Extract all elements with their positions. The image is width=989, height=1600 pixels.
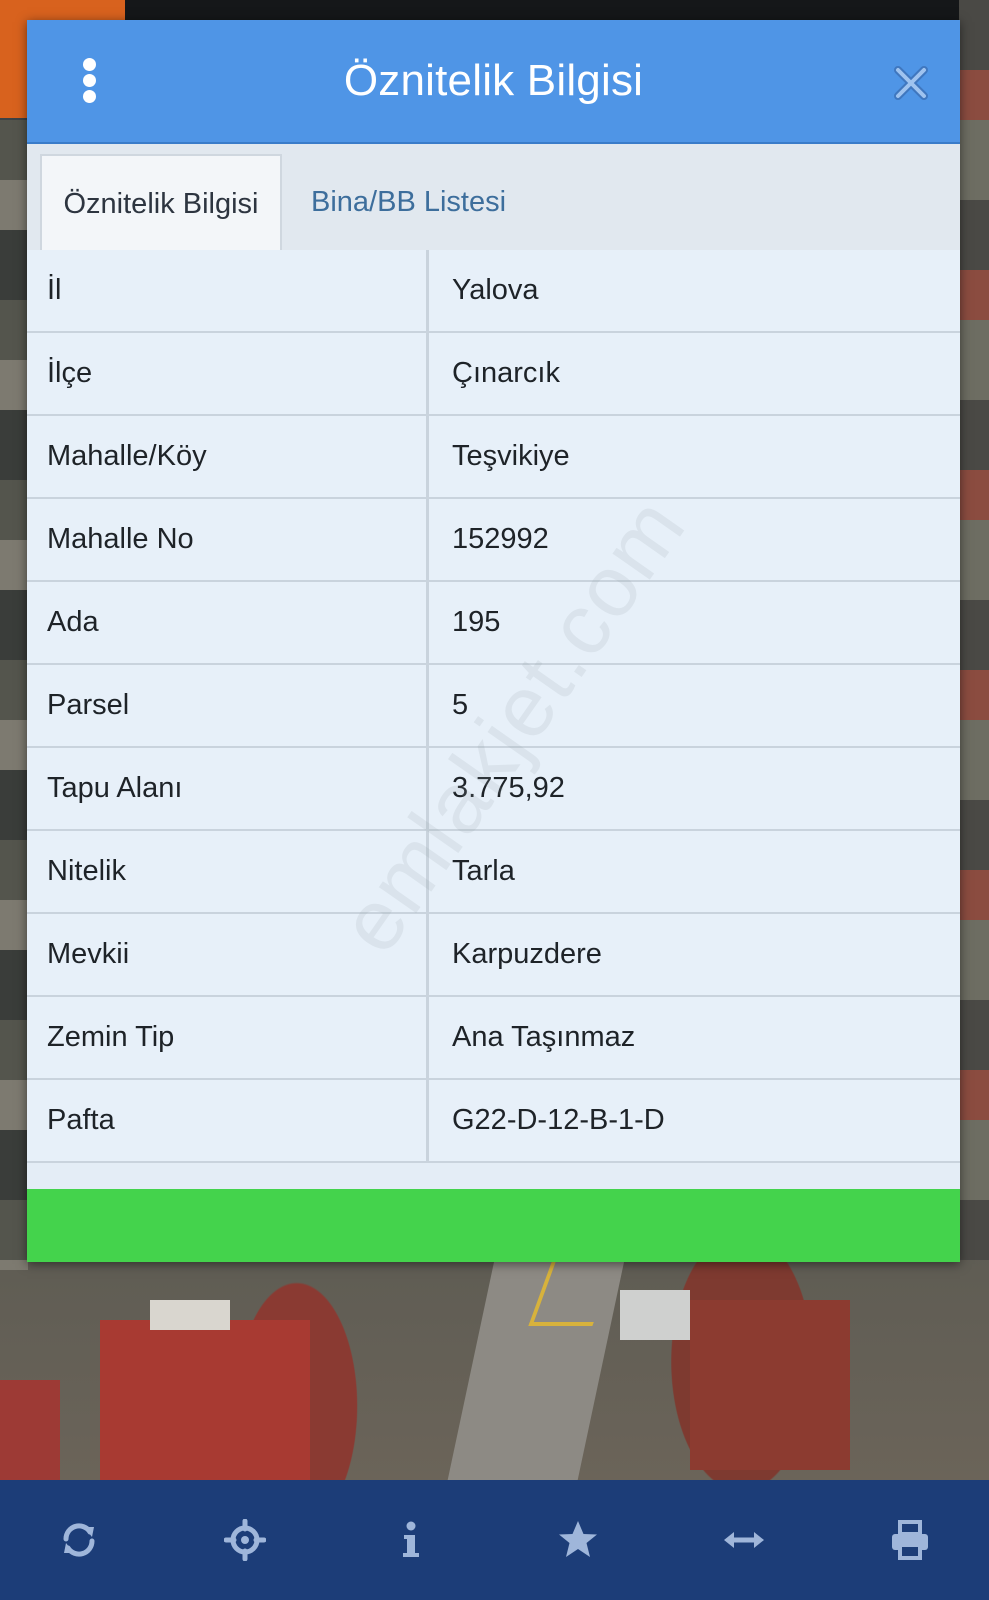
- attribute-value: 152992: [429, 499, 960, 580]
- attribute-value: 3.775,92: [429, 748, 960, 829]
- attribute-value: Teşvikiye: [429, 416, 960, 497]
- refresh-icon[interactable]: [58, 1519, 100, 1561]
- attribute-key: Mevkii: [27, 914, 429, 995]
- attribute-key: Mahalle/Köy: [27, 416, 429, 497]
- table-row: Mevkii Karpuzdere: [27, 914, 960, 997]
- table-row: Mahalle/Köy Teşvikiye: [27, 416, 960, 499]
- star-icon[interactable]: [557, 1519, 599, 1561]
- table-row: İl Yalova: [27, 250, 960, 333]
- locate-icon[interactable]: [224, 1519, 267, 1561]
- attribute-info-dialog: Öznitelik Bilgisi Öznitelik Bilgisi Bina…: [27, 20, 960, 1262]
- attribute-value: Ana Taşınmaz: [429, 997, 960, 1078]
- attribute-value: Karpuzdere: [429, 914, 960, 995]
- attribute-value: Tarla: [429, 831, 960, 912]
- map-feature: [100, 1320, 310, 1480]
- attribute-value: G22-D-12-B-1-D: [429, 1080, 960, 1161]
- map-feature: [0, 1380, 60, 1480]
- map-feature: [150, 1300, 230, 1330]
- attribute-key: İl: [27, 250, 429, 331]
- attribute-table: İl Yalova İlçe Çınarcık Mahalle/Köy Teşv…: [27, 250, 960, 1163]
- map-feature: [620, 1290, 690, 1340]
- attribute-key: Tapu Alanı: [27, 748, 429, 829]
- measure-arrows-icon[interactable]: [723, 1519, 765, 1561]
- dialog-title: Öznitelik Bilgisi: [343, 56, 644, 105]
- table-row: Zemin Tip Ana Taşınmaz: [27, 997, 960, 1080]
- attribute-value: Çınarcık: [429, 333, 960, 414]
- attribute-key: İlçe: [27, 333, 429, 414]
- table-row: Pafta G22-D-12-B-1-D: [27, 1080, 960, 1163]
- map-feature: [125, 0, 989, 22]
- attribute-value: Yalova: [429, 250, 960, 331]
- table-row: Nitelik Tarla: [27, 831, 960, 914]
- attribute-key: Parsel: [27, 665, 429, 746]
- table-row: Tapu Alanı 3.775,92: [27, 748, 960, 831]
- map-feature: [690, 1300, 850, 1470]
- info-icon[interactable]: [390, 1519, 432, 1561]
- tab-bar: Öznitelik Bilgisi Bina/BB Listesi: [27, 144, 960, 252]
- table-row: Mahalle No 152992: [27, 499, 960, 582]
- close-icon[interactable]: [892, 64, 930, 102]
- map-feature: [959, 0, 989, 1260]
- attribute-key: Nitelik: [27, 831, 429, 912]
- bottom-toolbar: [0, 1480, 989, 1600]
- tab-building-list[interactable]: Bina/BB Listesi: [291, 154, 526, 250]
- attribute-value: 5: [429, 665, 960, 746]
- attribute-key: Pafta: [27, 1080, 429, 1161]
- attribute-key: Mahalle No: [27, 499, 429, 580]
- tab-attribute-info[interactable]: Öznitelik Bilgisi: [40, 154, 282, 250]
- print-icon[interactable]: [889, 1519, 931, 1561]
- dialog-header: Öznitelik Bilgisi: [27, 20, 960, 144]
- attribute-value: 195: [429, 582, 960, 663]
- table-row: Parsel 5: [27, 665, 960, 748]
- attribute-key: Ada: [27, 582, 429, 663]
- status-bar: [27, 1189, 960, 1262]
- table-row: İlçe Çınarcık: [27, 333, 960, 416]
- attribute-key: Zemin Tip: [27, 997, 429, 1078]
- map-feature: [0, 120, 28, 1270]
- table-row: Ada 195: [27, 582, 960, 665]
